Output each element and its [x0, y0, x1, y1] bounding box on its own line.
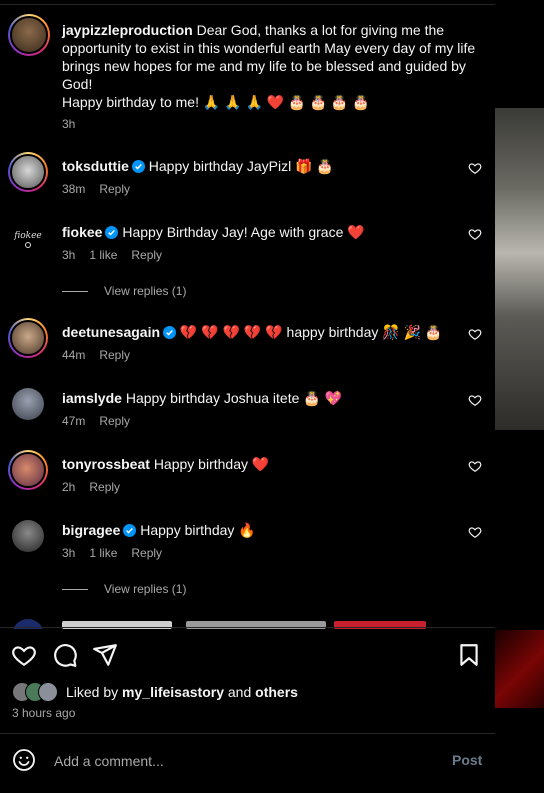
reply-button[interactable]: Reply	[89, 480, 120, 494]
share-icon[interactable]	[92, 642, 118, 668]
comment-text: Happy birthday 🔥	[140, 522, 256, 538]
verified-icon	[123, 524, 137, 537]
avatar[interactable]	[8, 318, 48, 358]
replies-dash	[62, 291, 88, 293]
heart-icon[interactable]	[468, 459, 482, 473]
comment-item: iamslyde Happy birthday Joshua itete 🎂 💖…	[0, 384, 495, 450]
save-icon[interactable]	[456, 642, 482, 668]
reply-button[interactable]: Reply	[131, 546, 162, 560]
comment-meta: 3h 1 like Reply	[62, 248, 176, 262]
heart-icon[interactable]	[468, 393, 482, 407]
comment-line: tonyrossbeat Happy birthday ❤️	[62, 456, 269, 473]
post-photo-edge[interactable]	[495, 108, 544, 430]
post-time[interactable]: 3 hours ago	[12, 706, 75, 720]
comment-text: 💔 💔 💔 💔 💔 happy birthday 🎊 🎉 🎂	[179, 324, 443, 340]
view-replies-label: View replies (1)	[104, 582, 187, 596]
caption-time: 3h	[62, 117, 76, 131]
comment-text: Happy Birthday Jay! Age with grace ❤️	[122, 224, 365, 240]
top-divider	[0, 4, 495, 5]
comment-time: 2h	[62, 480, 76, 494]
comment-username[interactable]: toksduttie	[62, 158, 129, 174]
view-replies-button[interactable]: View replies (1)	[62, 582, 186, 596]
liked-by-user[interactable]: my_lifeisastory	[122, 684, 224, 700]
comment-line: fiokee Happy Birthday Jay! Age with grac…	[62, 224, 365, 241]
comment-text: Happy birthday Joshua itete 🎂 💖	[125, 390, 343, 406]
comment-username[interactable]: fiokee	[62, 224, 102, 240]
like-count[interactable]: 1 like	[89, 248, 117, 262]
comment-username[interactable]: tonyrossbeat	[62, 456, 150, 472]
comment-meta: 47m Reply	[62, 414, 144, 428]
comment-time: 38m	[62, 182, 86, 196]
comment-item: tonyrossbeat Happy birthday ❤️ 2h Reply	[0, 450, 495, 516]
add-comment-bar: Post	[0, 735, 495, 785]
comment-divider	[0, 733, 495, 734]
likes-and: and	[224, 684, 256, 700]
view-replies-button[interactable]: View replies (1)	[62, 284, 186, 298]
comment-item: toksduttie Happy birthday JayPizl 🎁 🎂 38…	[0, 152, 495, 218]
emoji-icon[interactable]	[12, 748, 36, 772]
view-replies-label: View replies (1)	[104, 284, 187, 298]
comment-time: 3h	[62, 248, 76, 262]
heart-icon[interactable]	[11, 642, 37, 668]
reply-button[interactable]: Reply	[99, 182, 130, 196]
heart-icon[interactable]	[468, 161, 482, 175]
heart-icon[interactable]	[468, 227, 482, 241]
comment-time: 44m	[62, 348, 86, 362]
avatar[interactable]: fiokee	[8, 218, 48, 258]
action-bar	[0, 640, 495, 670]
comment-meta: 38m Reply	[62, 182, 144, 196]
replies-dash	[62, 589, 88, 591]
reply-button[interactable]: Reply	[131, 248, 162, 262]
caption-username[interactable]: jaypizzleproduction	[62, 22, 193, 38]
post-button[interactable]: Post	[452, 752, 482, 768]
comment-input[interactable]	[52, 752, 436, 770]
verified-icon	[131, 160, 145, 173]
comment-meta: 44m Reply	[62, 348, 144, 362]
svg-text:fiokee: fiokee	[13, 231, 42, 241]
caption-text: jaypizzleproduction Dear God, thanks a l…	[62, 21, 482, 111]
liker-avatar	[38, 682, 58, 702]
liker-avatars[interactable]	[12, 682, 62, 702]
avatar[interactable]	[12, 520, 44, 552]
comment-meta: 3h 1 like Reply	[62, 546, 176, 560]
avatar[interactable]	[8, 152, 48, 192]
heart-icon[interactable]	[468, 525, 482, 539]
liked-by-others[interactable]: others	[255, 684, 298, 700]
comment-text: Happy birthday ❤️	[153, 456, 270, 472]
comment-time: 3h	[62, 546, 76, 560]
comment-line: bigragee Happy birthday 🔥	[62, 522, 256, 539]
heart-icon[interactable]	[468, 327, 482, 341]
comment-text: Happy birthday JayPizl 🎁 🎂	[148, 158, 334, 174]
comment-time: 47m	[62, 414, 86, 428]
likes-prefix: Liked by	[66, 684, 123, 700]
reply-button[interactable]: Reply	[99, 348, 130, 362]
verified-icon	[163, 326, 177, 339]
comment-line: iamslyde Happy birthday Joshua itete 🎂 💖	[62, 390, 342, 407]
caption-body-2: Happy birthday to me! 🙏 🙏 🙏 ❤️ 🎂 🎂 🎂 🎂	[62, 94, 370, 110]
likes-text: Liked by my_lifeisastory and others	[66, 684, 298, 700]
avatar[interactable]	[12, 388, 44, 420]
comment-item: bigragee Happy birthday 🔥 3h 1 like Reply	[0, 516, 495, 582]
actions-divider	[0, 627, 495, 628]
comment-username[interactable]: iamslyde	[62, 390, 122, 406]
comment-line: toksduttie Happy birthday JayPizl 🎁 🎂	[62, 158, 334, 175]
comment-username[interactable]: bigragee	[62, 522, 120, 538]
post-photo-edge-lower	[495, 630, 544, 708]
reply-button[interactable]: Reply	[99, 414, 130, 428]
comment-item: deetunesagain 💔 💔 💔 💔 💔 happy birthday 🎊…	[0, 318, 495, 384]
comment-meta: 2h Reply	[62, 480, 134, 494]
author-avatar[interactable]	[8, 14, 50, 56]
comment-username[interactable]: deetunesagain	[62, 324, 160, 340]
like-count[interactable]: 1 like	[89, 546, 117, 560]
comment-icon[interactable]	[52, 642, 78, 668]
comment-line: deetunesagain 💔 💔 💔 💔 💔 happy birthday 🎊…	[62, 324, 442, 341]
comment-item: fiokee fiokee Happy Birthday Jay! Age wi…	[0, 218, 495, 284]
avatar[interactable]	[8, 450, 48, 490]
verified-icon	[105, 226, 119, 239]
comments-panel: jaypizzleproduction Dear God, thanks a l…	[0, 0, 495, 793]
fiokee-logo: fiokee	[13, 231, 42, 248]
